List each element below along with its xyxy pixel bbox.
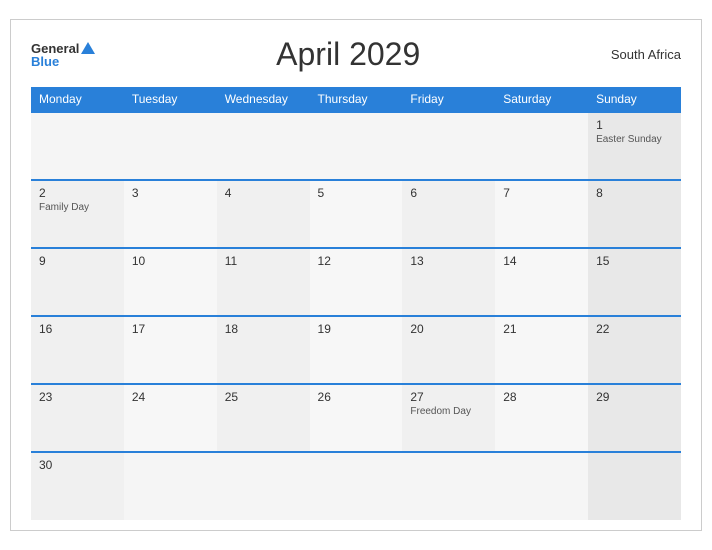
calendar-cell: 1 Easter Sunday: [588, 112, 681, 180]
calendar-cell: 26: [310, 384, 403, 452]
calendar-cell: 9: [31, 248, 124, 316]
day-number: 14: [503, 254, 580, 268]
calendar-cell: 18: [217, 316, 310, 384]
day-number: 25: [225, 390, 302, 404]
calendar-cell: 24: [124, 384, 217, 452]
day-number: 23: [39, 390, 116, 404]
calendar-cell: 30: [31, 452, 124, 520]
day-number: 19: [318, 322, 395, 336]
calendar-cell: 17: [124, 316, 217, 384]
weekday-header-saturday: Saturday: [495, 87, 588, 112]
day-number: 4: [225, 186, 302, 200]
day-number: 24: [132, 390, 209, 404]
country-label: South Africa: [601, 47, 681, 62]
calendar-cell: 7: [495, 180, 588, 248]
day-number: 13: [410, 254, 487, 268]
calendar-grid: MondayTuesdayWednesdayThursdayFridaySatu…: [31, 87, 681, 520]
day-number: 11: [225, 254, 302, 268]
day-number: 1: [596, 118, 673, 132]
calendar-cell: [310, 452, 403, 520]
calendar-cell: [310, 112, 403, 180]
month-title: April 2029: [95, 36, 601, 73]
calendar-cell: 3: [124, 180, 217, 248]
holiday-label: Freedom Day: [410, 406, 487, 417]
calendar-cell: 28: [495, 384, 588, 452]
calendar-cell: [495, 112, 588, 180]
calendar-cell: 6: [402, 180, 495, 248]
calendar-cell: 8: [588, 180, 681, 248]
day-number: 27: [410, 390, 487, 404]
logo-triangle-icon: [81, 42, 95, 54]
logo-blue-text: Blue: [31, 55, 95, 68]
weekday-header-friday: Friday: [402, 87, 495, 112]
day-number: 30: [39, 458, 116, 472]
calendar-cell: 13: [402, 248, 495, 316]
day-number: 12: [318, 254, 395, 268]
calendar-cell: [124, 112, 217, 180]
calendar-cell: 21: [495, 316, 588, 384]
calendar-cell: 22: [588, 316, 681, 384]
calendar-cell: [217, 452, 310, 520]
weekday-header-row: MondayTuesdayWednesdayThursdayFridaySatu…: [31, 87, 681, 112]
weekday-header-thursday: Thursday: [310, 87, 403, 112]
calendar-cell: [31, 112, 124, 180]
calendar-container: General Blue April 2029 South Africa Mon…: [10, 19, 702, 531]
calendar-cell: 11: [217, 248, 310, 316]
calendar-cell: 12: [310, 248, 403, 316]
weekday-header-wednesday: Wednesday: [217, 87, 310, 112]
week-row-5: 30: [31, 452, 681, 520]
day-number: 21: [503, 322, 580, 336]
weekday-header-sunday: Sunday: [588, 87, 681, 112]
weekday-header-monday: Monday: [31, 87, 124, 112]
calendar-cell: 14: [495, 248, 588, 316]
weekday-header-tuesday: Tuesday: [124, 87, 217, 112]
holiday-label: Easter Sunday: [596, 134, 673, 145]
calendar-cell: 23: [31, 384, 124, 452]
day-number: 20: [410, 322, 487, 336]
calendar-cell: 29: [588, 384, 681, 452]
calendar-cell: 19: [310, 316, 403, 384]
week-row-4: 23 24 25 26 27 Freedom Day 28 29: [31, 384, 681, 452]
day-number: 26: [318, 390, 395, 404]
calendar-cell: [402, 452, 495, 520]
calendar-cell: 20: [402, 316, 495, 384]
calendar-cell: 5: [310, 180, 403, 248]
day-number: 15: [596, 254, 673, 268]
logo-general-text: General: [31, 42, 79, 55]
day-number: 8: [596, 186, 673, 200]
day-number: 29: [596, 390, 673, 404]
day-number: 2: [39, 186, 116, 200]
calendar-cell: [402, 112, 495, 180]
calendar-cell: [588, 452, 681, 520]
day-number: 7: [503, 186, 580, 200]
calendar-cell: 25: [217, 384, 310, 452]
calendar-cell: 10: [124, 248, 217, 316]
holiday-label: Family Day: [39, 202, 116, 213]
week-row-1: 2 Family Day 3 4 5 6 7 8: [31, 180, 681, 248]
day-number: 17: [132, 322, 209, 336]
logo: General Blue: [31, 42, 95, 68]
day-number: 28: [503, 390, 580, 404]
day-number: 22: [596, 322, 673, 336]
day-number: 3: [132, 186, 209, 200]
week-row-2: 9 10 11 12 13 14 15: [31, 248, 681, 316]
day-number: 6: [410, 186, 487, 200]
day-number: 18: [225, 322, 302, 336]
calendar-cell: 4: [217, 180, 310, 248]
calendar-cell: 2 Family Day: [31, 180, 124, 248]
calendar-cell: 27 Freedom Day: [402, 384, 495, 452]
week-row-0: 1 Easter Sunday: [31, 112, 681, 180]
calendar-header: General Blue April 2029 South Africa: [31, 36, 681, 73]
calendar-cell: 15: [588, 248, 681, 316]
calendar-cell: [495, 452, 588, 520]
day-number: 9: [39, 254, 116, 268]
day-number: 5: [318, 186, 395, 200]
calendar-cell: 16: [31, 316, 124, 384]
calendar-cell: [217, 112, 310, 180]
day-number: 10: [132, 254, 209, 268]
calendar-cell: [124, 452, 217, 520]
week-row-3: 16 17 18 19 20 21 22: [31, 316, 681, 384]
day-number: 16: [39, 322, 116, 336]
